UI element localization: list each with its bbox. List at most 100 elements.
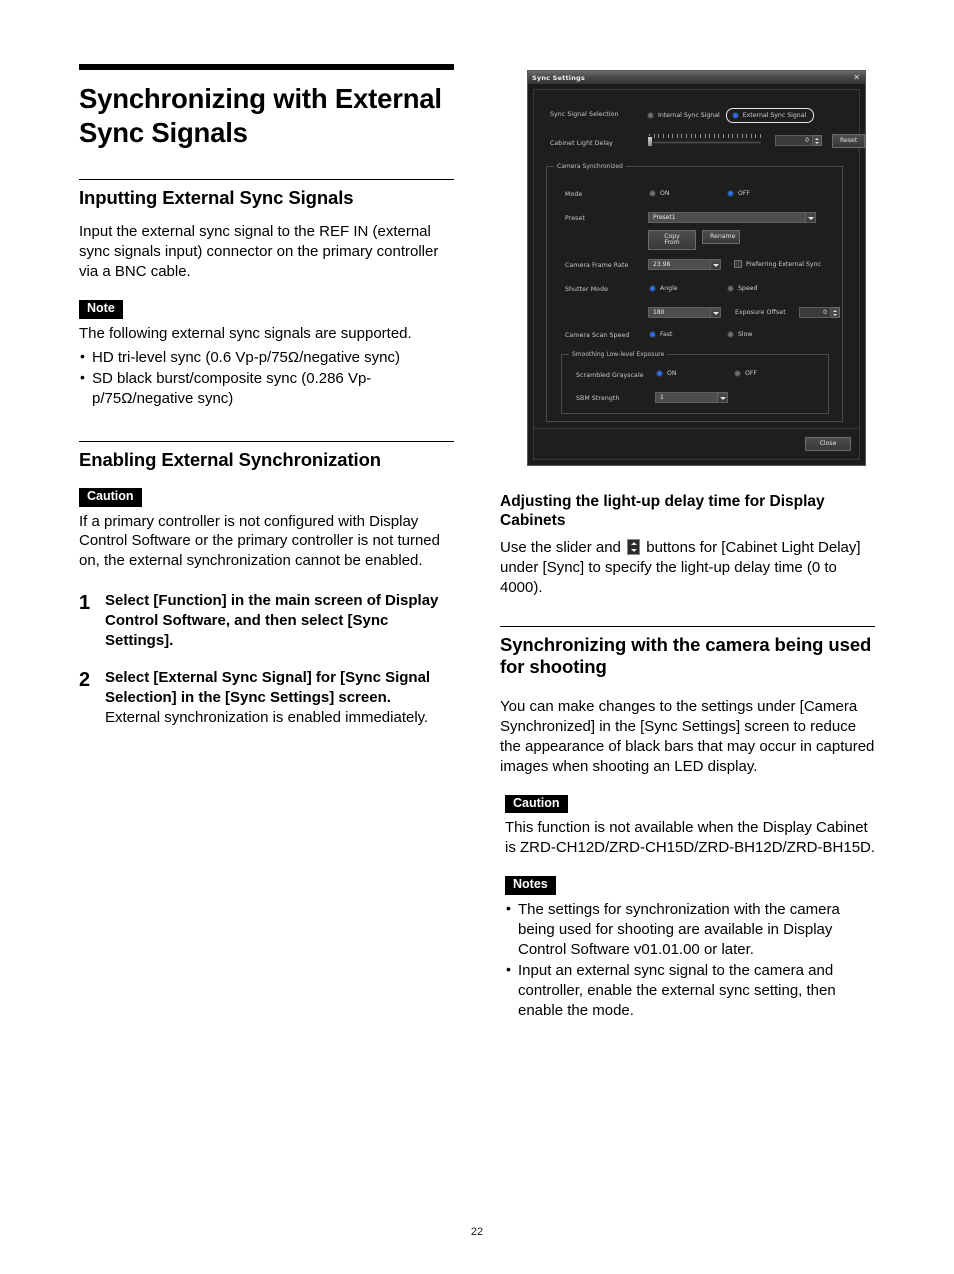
preset-row: Preset xyxy=(565,215,585,222)
camera-synchronized-group: Camera Synchronized Mode ON OFF Preset P… xyxy=(546,163,843,422)
notes-badge: Notes xyxy=(505,876,556,896)
step-number: 1 xyxy=(79,592,91,615)
notes-badge-wrap: Notes xyxy=(500,872,877,898)
radio-dot-icon xyxy=(649,190,656,197)
caution-badge: Caution xyxy=(505,794,568,814)
radio-dot-icon xyxy=(656,370,663,377)
list-item: The settings for synchronization with th… xyxy=(505,899,877,960)
section-rule-2 xyxy=(79,440,454,442)
note-bullet-list: HD tri-level sync (0.6 Vp-p/75Ω/negative… xyxy=(79,347,456,409)
shutter-mode-row: Shutter Mode xyxy=(565,286,608,293)
cabinet-light-delay-controls: 0 Reset xyxy=(647,134,865,148)
radio-dot-icon xyxy=(731,112,739,119)
scrambled-grayscale-label: Scrambled Grayscale xyxy=(576,372,644,379)
radio-external-sync-signal[interactable]: External Sync Signal xyxy=(731,112,806,119)
radio-label: OFF xyxy=(738,190,750,197)
radio-scan-slow[interactable]: Slow xyxy=(727,331,753,338)
cabinet-light-delay-label: Cabinet Light Delay xyxy=(550,140,613,147)
dialog-body: Sync Signal Selection Internal Sync Sign… xyxy=(533,89,865,460)
camera-scan-speed-label: Camera Scan Speed xyxy=(565,332,630,339)
rename-button[interactable]: Rename xyxy=(702,230,740,244)
section-rule-3 xyxy=(500,625,875,627)
chevron-down-icon[interactable] xyxy=(717,392,728,403)
chevron-down-icon[interactable] xyxy=(710,259,721,270)
right-column: Adjusting the light-up delay time for Di… xyxy=(500,492,877,1035)
section-rule-1 xyxy=(79,179,454,181)
cabinet-light-delay-slider[interactable] xyxy=(647,134,761,148)
page-title: Synchronizing with External Sync Signals xyxy=(79,83,442,148)
smoothing-group: Smoothing Low-level Exposure Scrambled G… xyxy=(561,351,829,414)
smoothing-group-title: Smoothing Low-level Exposure xyxy=(569,351,668,358)
radio-dot-icon xyxy=(647,112,654,119)
radio-label: Slow xyxy=(738,331,753,338)
radio-dot-icon xyxy=(727,331,734,338)
adjusting-text-before: Use the slider and xyxy=(500,538,621,556)
radio-label: Internal Sync Signal xyxy=(658,112,720,119)
preset-combobox[interactable]: Preset1 xyxy=(648,212,816,223)
radio-dot-icon xyxy=(649,331,656,338)
notes-bullet-list: The settings for synchronization with th… xyxy=(500,899,877,1021)
synchronizing-camera-paragraph: You can make changes to the settings und… xyxy=(500,697,875,775)
chevron-down-icon[interactable] xyxy=(710,307,721,318)
shutter-value-combobox[interactable]: 180 xyxy=(648,307,721,318)
mode-label: Mode xyxy=(565,191,583,198)
close-button[interactable]: Close xyxy=(805,437,851,451)
inputting-paragraph: Input the external sync signal to the RE… xyxy=(79,223,439,281)
checkbox-icon xyxy=(734,260,742,268)
left-column: Synchronizing with External Sync Signals… xyxy=(79,64,456,745)
caution-badge: Caution xyxy=(79,487,142,507)
close-icon[interactable]: ✕ xyxy=(853,73,861,82)
checkbox-label: Preferring External Sync xyxy=(746,260,821,268)
dialog-footer: Close xyxy=(534,428,859,459)
sbm-strength-combobox[interactable]: 1 xyxy=(655,392,728,403)
camera-frame-rate-combobox[interactable]: 23.98 xyxy=(648,259,721,270)
note-intro: The following external sync signals are … xyxy=(79,324,412,342)
radio-shutter-speed[interactable]: Speed xyxy=(727,285,757,292)
preferring-external-sync-checkbox[interactable]: Preferring External Sync xyxy=(734,260,821,268)
cabinet-light-delay-value[interactable]: 0 xyxy=(775,135,813,147)
radio-scrambled-on[interactable]: ON xyxy=(656,370,677,377)
section-heading-inputting: Inputting External Sync Signals xyxy=(79,187,354,209)
chevron-down-icon[interactable] xyxy=(805,212,816,223)
sync-signal-selection-label: Sync Signal Selection xyxy=(550,111,619,118)
reset-button[interactable]: Reset xyxy=(832,134,865,148)
note-badge-wrap: Note xyxy=(79,296,456,322)
sbm-strength-value: 1 xyxy=(655,392,717,403)
radio-scan-fast[interactable]: Fast xyxy=(649,331,672,338)
caution-badge-wrap-right: Caution xyxy=(500,791,877,817)
camera-scan-speed-row: Camera Scan Speed xyxy=(565,332,629,339)
preset-label: Preset xyxy=(565,215,585,222)
radio-dot-icon xyxy=(649,285,656,292)
spinner-up-down-icon[interactable] xyxy=(831,307,840,318)
copy-from-button[interactable]: Copy From xyxy=(648,230,696,250)
section-heading-enabling: Enabling External Synchronization xyxy=(79,448,381,470)
shutter-mode-label: Shutter Mode xyxy=(565,286,608,293)
radio-scrambled-off[interactable]: OFF xyxy=(734,370,757,377)
radio-dot-icon xyxy=(727,285,734,292)
spinner-up-down-icon[interactable] xyxy=(813,135,822,147)
step-body: Select [Function] in the main screen of … xyxy=(105,591,456,651)
radio-shutter-angle[interactable]: Angle xyxy=(649,285,678,292)
radio-mode-on[interactable]: ON xyxy=(649,190,670,197)
radio-dot-icon xyxy=(727,190,734,197)
radio-label: OFF xyxy=(745,370,757,377)
camera-frame-rate-value: 23.98 xyxy=(648,259,710,270)
preset-value: Preset1 xyxy=(648,212,805,223)
radio-label: ON xyxy=(660,190,670,197)
slider-thumb[interactable] xyxy=(647,136,653,148)
exposure-offset-value[interactable]: 0 xyxy=(799,307,831,318)
shutter-value: 180 xyxy=(648,307,710,318)
section-heading-adjusting: Adjusting the light-up delay time for Di… xyxy=(500,493,825,530)
page-number: 22 xyxy=(470,1226,484,1238)
section-heading-synchronizing-camera: Synchronizing with the camera being used… xyxy=(500,633,872,677)
dialog-title: Sync Settings xyxy=(532,73,585,82)
camera-synchronized-group-title: Camera Synchronized xyxy=(554,163,626,170)
slider-ticks xyxy=(649,134,761,139)
radio-label: ON xyxy=(667,370,677,377)
camera-frame-rate-label: Camera Frame Rate xyxy=(565,262,629,269)
list-item: HD tri-level sync (0.6 Vp-p/75Ω/negative… xyxy=(79,347,456,368)
radio-internal-sync-signal[interactable]: Internal Sync Signal xyxy=(647,112,720,119)
caution-badge-wrap-left: Caution xyxy=(79,484,456,510)
cabinet-light-delay-value-group: 0 xyxy=(775,135,822,147)
radio-mode-off[interactable]: OFF xyxy=(727,190,750,197)
